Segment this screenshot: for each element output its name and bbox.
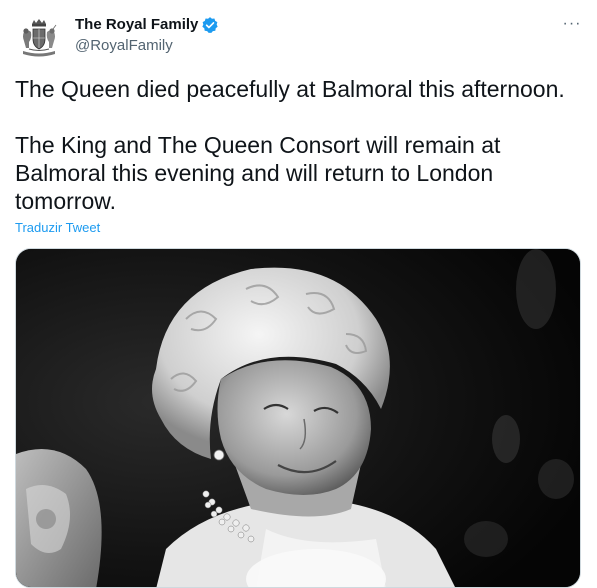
translate-tweet-link[interactable]: Traduzir Tweet (15, 220, 100, 236)
avatar[interactable] (15, 14, 63, 62)
more-dots-icon: ··· (562, 15, 582, 32)
royal-coat-of-arms-icon (23, 19, 57, 57)
portrait-photo (16, 249, 580, 587)
author-display-name[interactable]: The Royal Family (75, 15, 198, 35)
tweet-card[interactable]: The Royal Family @RoyalFamily ··· The Qu… (0, 0, 597, 588)
verified-badge-icon (201, 16, 219, 34)
more-options-button[interactable]: ··· (555, 12, 589, 36)
tweet-text: The Queen died peacefully at Balmoral th… (15, 76, 565, 214)
tweet-media-photo[interactable] (15, 248, 581, 588)
author-name-row[interactable]: The Royal Family (75, 15, 219, 35)
author-handle[interactable]: @RoyalFamily (75, 36, 173, 56)
